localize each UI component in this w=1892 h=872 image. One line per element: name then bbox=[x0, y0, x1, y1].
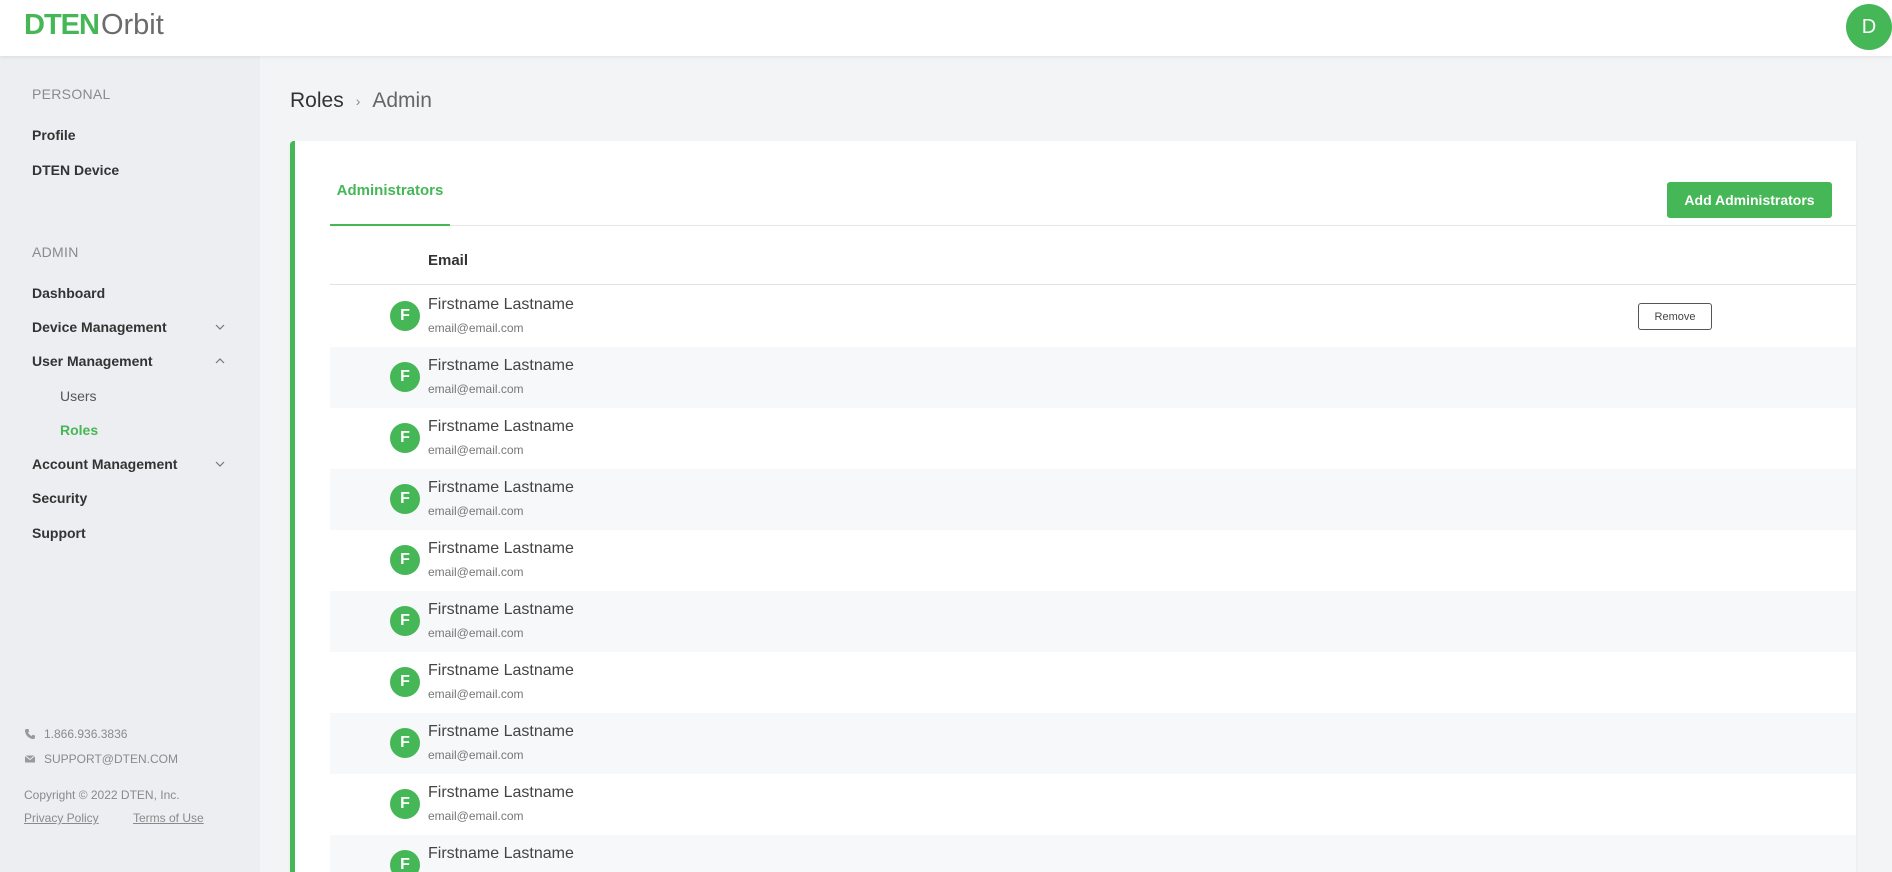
contact-phone: 1.866.936.3836 bbox=[24, 727, 127, 741]
sidebar-item-dashboard[interactable]: Dashboard bbox=[32, 282, 228, 304]
user-avatar[interactable]: D bbox=[1846, 4, 1892, 50]
tab-bar: Administrators bbox=[330, 176, 1856, 226]
user-avatar: F bbox=[390, 545, 420, 575]
admin-name: Firstname Lastname bbox=[428, 540, 574, 557]
admin-name: Firstname Lastname bbox=[428, 662, 574, 679]
admin-name: Firstname Lastname bbox=[428, 479, 574, 496]
admin-name: Firstname Lastname bbox=[428, 601, 574, 618]
support-email: SUPPORT@DTEN.COM bbox=[44, 752, 178, 766]
top-bar: DTENOrbit D bbox=[0, 0, 1892, 56]
user-avatar: F bbox=[390, 789, 420, 819]
admin-name: Firstname Lastname bbox=[428, 418, 574, 435]
admin-list: F Firstname Lastname email@email.com Remove… bbox=[330, 286, 1856, 872]
chevron-down-icon bbox=[212, 453, 228, 475]
mail-icon bbox=[24, 755, 36, 763]
remove-button[interactable]: Remove bbox=[1638, 303, 1712, 330]
sidebar-item-support[interactable]: Support bbox=[32, 522, 228, 544]
tab-administrators[interactable]: Administrators bbox=[330, 176, 450, 226]
section-label-personal: PERSONAL bbox=[32, 86, 111, 102]
user-avatar: F bbox=[390, 728, 420, 758]
sidebar: PERSONAL Profile DTEN Device ADMIN Dashb… bbox=[0, 56, 260, 872]
logo-brand: DTEN bbox=[24, 9, 100, 41]
user-avatar: F bbox=[390, 484, 420, 514]
breadcrumb-separator-icon: › bbox=[355, 93, 361, 109]
user-avatar: F bbox=[390, 362, 420, 392]
terms-of-use-link[interactable]: Terms of Use bbox=[133, 811, 204, 825]
administrators-card: Administrators Add Administrators Email … bbox=[290, 141, 1856, 872]
table-row[interactable]: F Firstname Lastname email@email.com bbox=[330, 469, 1856, 530]
user-avatar: F bbox=[390, 850, 420, 872]
add-administrators-button[interactable]: Add Administrators bbox=[1667, 182, 1832, 218]
column-header-email: Email bbox=[428, 252, 469, 269]
admin-name: Firstname Lastname bbox=[428, 784, 574, 801]
copyright: Copyright © 2022 DTEN, Inc. bbox=[24, 788, 180, 802]
table-row[interactable]: F Firstname Lastname email@email.com bbox=[330, 652, 1856, 713]
phone-number: 1.866.936.3836 bbox=[44, 727, 128, 741]
sidebar-item-user-management[interactable]: User Management bbox=[32, 350, 228, 372]
table-row[interactable]: F Firstname Lastname email@email.com bbox=[330, 774, 1856, 835]
logo[interactable]: DTENOrbit bbox=[24, 8, 164, 42]
privacy-policy-link[interactable]: Privacy Policy bbox=[24, 811, 99, 825]
admin-email: email@email.com bbox=[428, 321, 524, 335]
table-row[interactable]: F Firstname Lastname email@email.com bbox=[330, 408, 1856, 469]
section-label-admin: ADMIN bbox=[32, 244, 79, 260]
table-row[interactable]: FFirstname Lastnameemail@email.com bbox=[330, 835, 1856, 872]
user-avatar: F bbox=[390, 301, 420, 331]
phone-icon bbox=[25, 729, 35, 739]
table-row[interactable]: F Firstname Lastname email@email.com bbox=[330, 347, 1856, 408]
table-row[interactable]: F Firstname Lastname email@email.com bbox=[330, 591, 1856, 652]
logo-product: Orbit bbox=[100, 9, 164, 41]
chevron-up-icon bbox=[212, 350, 228, 372]
admin-email: email@email.com bbox=[428, 565, 524, 579]
admin-name: Firstname Lastname bbox=[428, 296, 574, 313]
sidebar-item-security[interactable]: Security bbox=[32, 487, 228, 509]
chevron-down-icon bbox=[212, 316, 228, 338]
table-row[interactable]: F Firstname Lastname email@email.com bbox=[330, 713, 1856, 774]
admin-email: email@email.com bbox=[428, 687, 524, 701]
sidebar-item-users[interactable]: Users bbox=[60, 385, 97, 407]
sidebar-item-roles[interactable]: Roles bbox=[60, 419, 98, 441]
admin-email: email@email.com bbox=[428, 382, 524, 396]
admin-email: email@email.com bbox=[428, 443, 524, 457]
breadcrumb-admin: Admin bbox=[372, 89, 432, 112]
sidebar-item-account-management[interactable]: Account Management bbox=[32, 453, 228, 475]
user-avatar: F bbox=[390, 606, 420, 636]
admin-email: email@email.com bbox=[428, 504, 524, 518]
user-avatar: F bbox=[390, 667, 420, 697]
table-row[interactable]: F Firstname Lastname email@email.com Remove bbox=[330, 286, 1856, 347]
user-avatar: F bbox=[390, 423, 420, 453]
sidebar-item-label: User Management bbox=[32, 353, 153, 369]
contact-email: SUPPORT@DTEN.COM bbox=[24, 752, 178, 766]
table-row[interactable]: F Firstname Lastname email@email.com bbox=[330, 530, 1856, 591]
breadcrumb: Roles › Admin bbox=[290, 88, 432, 114]
admin-email: email@email.com bbox=[428, 748, 524, 762]
admin-name: Firstname Lastname bbox=[428, 357, 574, 374]
admin-email: email@email.com bbox=[428, 809, 524, 823]
breadcrumb-roles[interactable]: Roles bbox=[290, 89, 344, 113]
admin-name: Firstname Lastname bbox=[428, 845, 574, 862]
admin-name: Firstname Lastname bbox=[428, 723, 574, 740]
sidebar-item-device-management[interactable]: Device Management bbox=[32, 316, 228, 338]
sidebar-item-profile[interactable]: Profile bbox=[32, 124, 228, 146]
sidebar-item-label: Account Management bbox=[32, 456, 178, 472]
sidebar-item-dten-device[interactable]: DTEN Device bbox=[32, 159, 228, 181]
table-header: Email bbox=[330, 237, 1856, 285]
sidebar-item-label: Device Management bbox=[32, 319, 167, 335]
admin-email: email@email.com bbox=[428, 626, 524, 640]
